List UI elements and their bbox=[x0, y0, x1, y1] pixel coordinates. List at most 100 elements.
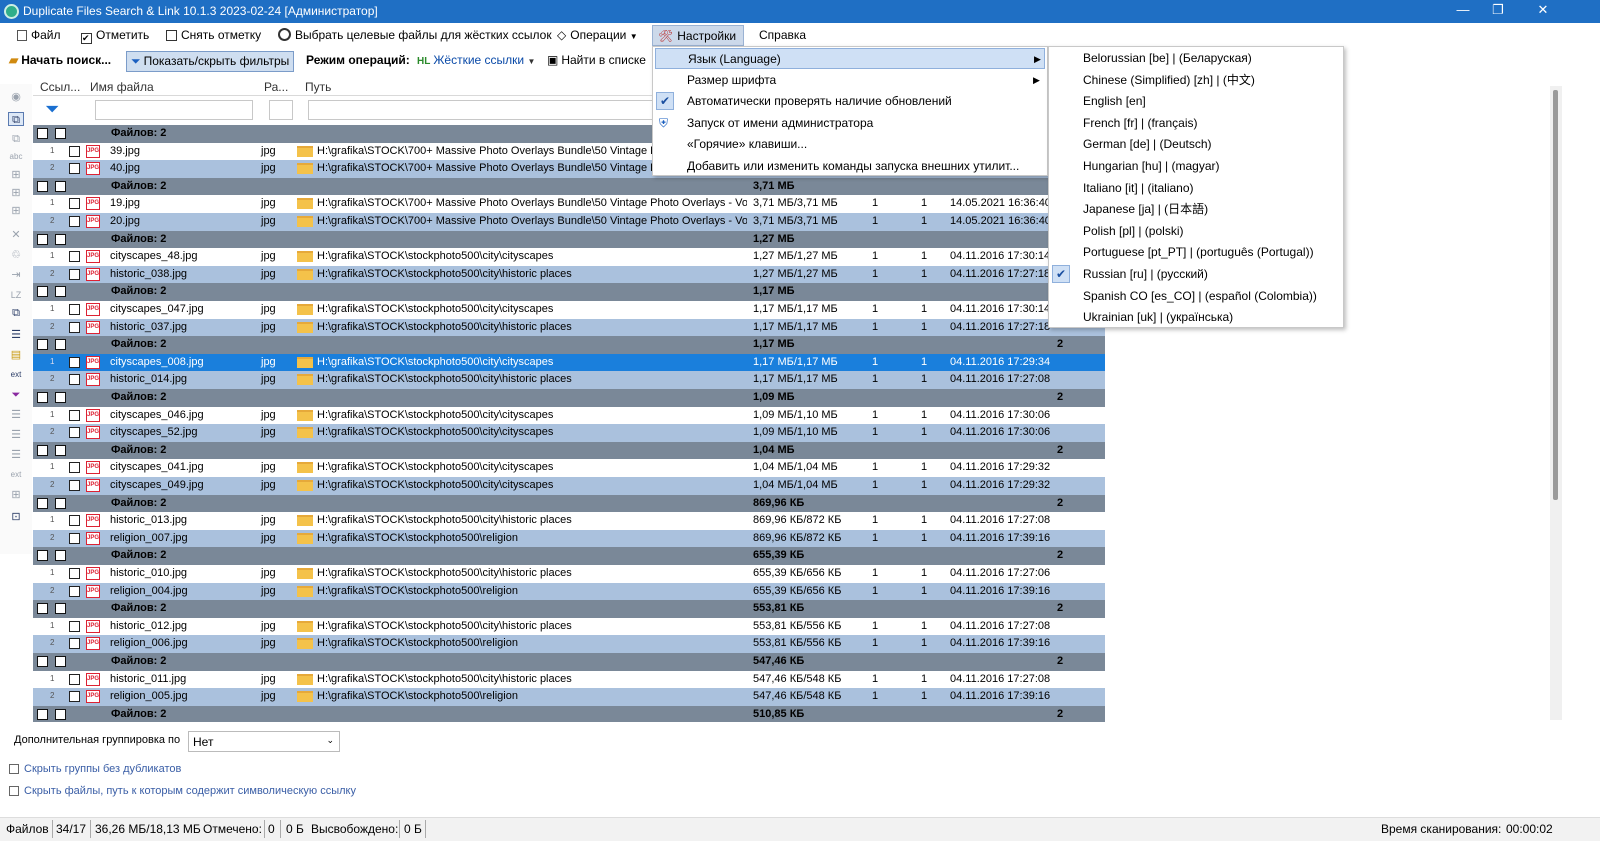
file-checkbox[interactable] bbox=[69, 304, 80, 315]
hide-groups-checkbox[interactable] bbox=[9, 764, 19, 774]
group-row[interactable]: Файлов: 2 3,71 МБ bbox=[33, 177, 1105, 196]
file-row[interactable]: 2 JPG religion_005.jpg jpg H:\grafika\STOCK\… bbox=[33, 688, 1105, 707]
scrollbar-thumb[interactable] bbox=[1553, 90, 1558, 500]
menu-file[interactable]: Файл bbox=[12, 25, 66, 46]
toggle-filters-button[interactable]: ⏷ Показать/скрыть фильтры bbox=[126, 51, 295, 72]
name-filter-input[interactable] bbox=[95, 100, 253, 120]
filter-mark-icon[interactable]: ⏷ bbox=[8, 388, 24, 402]
language-item[interactable]: Hungarian [hu] | (magyar) bbox=[1051, 156, 1341, 177]
settings-menu-item[interactable]: Размер шрифта ▶ bbox=[655, 70, 1045, 91]
file-checkbox[interactable] bbox=[69, 585, 80, 597]
expand-toggle[interactable] bbox=[37, 497, 48, 509]
expand-toggle[interactable] bbox=[37, 444, 48, 456]
file-row[interactable]: 1 JPG historic_010.jpg jpg H:\grafika\STOCK\… bbox=[33, 565, 1105, 583]
vertical-scrollbar[interactable] bbox=[1550, 86, 1562, 720]
tree-icon[interactable]: ⊞ bbox=[8, 168, 24, 182]
file-checkbox[interactable] bbox=[69, 409, 80, 421]
group-checkbox[interactable] bbox=[55, 128, 66, 139]
file-row[interactable]: 1 JPG 19.jpg jpg H:\grafika\STOCK\700+ Massi… bbox=[33, 195, 1105, 214]
tree4-icon[interactable]: ⊞ bbox=[8, 488, 24, 502]
eye-icon[interactable]: ◉ bbox=[8, 90, 24, 104]
menu-select-targets[interactable]: Выбрать целевые файлы для жёстких ссылок bbox=[273, 25, 557, 46]
close-button[interactable]: ✕ bbox=[1528, 2, 1558, 18]
language-item[interactable]: Polish [pl] | (polski) bbox=[1051, 221, 1341, 242]
group-row[interactable]: Файлов: 2 869,96 КБ 2 bbox=[33, 494, 1105, 513]
abc-icon[interactable]: abc bbox=[8, 150, 24, 164]
group-checkbox[interactable] bbox=[55, 444, 66, 456]
ext2-icon[interactable]: ext bbox=[8, 468, 24, 482]
language-item[interactable]: French [fr] | (français) bbox=[1051, 113, 1341, 134]
group-row[interactable]: Файлов: 2 1,27 МБ bbox=[33, 230, 1105, 249]
file-checkbox[interactable] bbox=[69, 691, 80, 703]
expand-toggle[interactable] bbox=[37, 339, 48, 351]
group-checkbox[interactable] bbox=[55, 180, 66, 192]
col-ext[interactable]: Ра... bbox=[264, 80, 288, 94]
file-checkbox[interactable] bbox=[69, 673, 80, 685]
expand-toggle[interactable] bbox=[37, 708, 48, 720]
file-row[interactable]: 1 JPG historic_013.jpg jpg H:\grafika\STOCK\… bbox=[33, 512, 1105, 531]
minimize-button[interactable]: — bbox=[1448, 2, 1478, 17]
hide-symlinks-checkbox[interactable] bbox=[9, 786, 19, 796]
duplicate-icon[interactable]: ⧉ bbox=[8, 132, 24, 146]
tree2-icon[interactable]: ⊞ bbox=[8, 186, 24, 200]
group-row[interactable]: Файлов: 2 547,46 КБ 2 bbox=[33, 653, 1105, 671]
expand-toggle[interactable] bbox=[37, 392, 48, 403]
group-checkbox[interactable] bbox=[55, 656, 66, 667]
group-row[interactable]: Файлов: 2 510,85 КБ 2 bbox=[33, 705, 1105, 722]
list4-icon[interactable]: ☰ bbox=[8, 448, 24, 462]
grid-icon[interactable]: ⊡ bbox=[8, 510, 24, 524]
list2-icon[interactable]: ☰ bbox=[8, 408, 24, 422]
maximize-button[interactable]: ❐ bbox=[1483, 2, 1513, 18]
group-checkbox[interactable] bbox=[55, 286, 66, 298]
file-checkbox[interactable] bbox=[69, 251, 80, 263]
group-row[interactable]: Файлов: 2 1,17 МБ 2 bbox=[33, 336, 1105, 355]
language-item[interactable]: Spanish CO [es_CO] | (español (Colombia)… bbox=[1051, 286, 1341, 307]
expand-toggle[interactable] bbox=[37, 603, 48, 615]
settings-menu-item[interactable]: Добавить или изменить команды запуска вн… bbox=[655, 156, 1045, 177]
file-row[interactable]: 1 JPG cityscapes_047.jpg jpg H:\grafika\STOC… bbox=[33, 301, 1105, 319]
language-item[interactable]: ✔ Russian [ru] | (русский) bbox=[1051, 264, 1341, 285]
list-icon[interactable]: ☰ bbox=[8, 328, 24, 342]
expand-toggle[interactable] bbox=[37, 656, 48, 667]
menu-settings[interactable]: 🛠 Настройки bbox=[652, 25, 744, 46]
list3-icon[interactable]: ☰ bbox=[8, 428, 24, 442]
file-row[interactable]: 1 JPG cityscapes_008.jpg jpg H:\grafika\STOC… bbox=[33, 353, 1105, 372]
file-checkbox[interactable] bbox=[69, 145, 80, 157]
delete-icon[interactable]: ✕ bbox=[8, 228, 24, 242]
file-checkbox[interactable] bbox=[69, 515, 80, 527]
file-row[interactable]: 2 JPG religion_007.jpg jpg H:\grafika\STOCK\… bbox=[33, 529, 1105, 548]
file-checkbox[interactable] bbox=[69, 480, 80, 491]
menu-unmark[interactable]: Снять отметку bbox=[161, 25, 266, 46]
file-checkbox[interactable] bbox=[69, 216, 80, 227]
file-row[interactable]: 2 JPG religion_004.jpg jpg H:\grafika\STOCK\… bbox=[33, 582, 1105, 601]
group-checkbox[interactable] bbox=[55, 603, 66, 615]
file-checkbox[interactable] bbox=[69, 356, 80, 368]
menu-mark[interactable]: ✔ Отметить bbox=[76, 25, 154, 46]
file-checkbox[interactable] bbox=[69, 568, 80, 579]
settings-menu-item[interactable]: Язык (Language) ▶ bbox=[655, 48, 1045, 69]
expand-toggle[interactable] bbox=[37, 233, 48, 245]
language-item[interactable]: Italiano [it] | (italiano) bbox=[1051, 178, 1341, 199]
file-row[interactable]: 2 JPG historic_038.jpg jpg H:\grafika\STOCK\… bbox=[33, 265, 1105, 284]
col-path[interactable]: Путь bbox=[305, 80, 331, 94]
group-row[interactable]: Файлов: 2 553,81 КБ 2 bbox=[33, 600, 1105, 619]
grouping-select[interactable]: Нет ⌄ bbox=[188, 731, 340, 752]
language-item[interactable]: German [de] | (Deutsch) bbox=[1051, 134, 1341, 155]
file-row[interactable]: 2 JPG cityscapes_049.jpg jpg H:\grafika\STOC… bbox=[33, 477, 1105, 495]
language-item[interactable]: Portuguese [pt_PT] | (português (Portuga… bbox=[1051, 242, 1341, 263]
group-checkbox[interactable] bbox=[55, 550, 66, 562]
file-row[interactable]: 2 JPG religion_006.jpg jpg H:\grafika\STOCK\… bbox=[33, 635, 1105, 654]
language-item[interactable]: Japanese [ja] | (日本語) bbox=[1051, 199, 1341, 220]
group-checkbox[interactable] bbox=[55, 708, 66, 720]
col-links[interactable]: Ссыл... bbox=[40, 80, 80, 94]
group-row[interactable]: Файлов: 2 1,04 МБ 2 bbox=[33, 441, 1105, 460]
file-checkbox[interactable] bbox=[69, 198, 80, 210]
file-row[interactable]: 1 JPG cityscapes_046.jpg jpg H:\grafika\STOC… bbox=[33, 406, 1105, 425]
file-row[interactable]: 1 JPG cityscapes_48.jpg jpg H:\grafika\STOCK… bbox=[33, 248, 1105, 267]
start-search-button[interactable]: ▰ Начать поиск... bbox=[5, 51, 115, 72]
file-checkbox[interactable] bbox=[69, 620, 80, 632]
find-in-list-button[interactable]: ▣ Найти в списке bbox=[543, 51, 650, 72]
file-checkbox[interactable] bbox=[69, 462, 80, 474]
expand-toggle[interactable] bbox=[37, 180, 48, 192]
file-checkbox[interactable] bbox=[69, 427, 80, 439]
